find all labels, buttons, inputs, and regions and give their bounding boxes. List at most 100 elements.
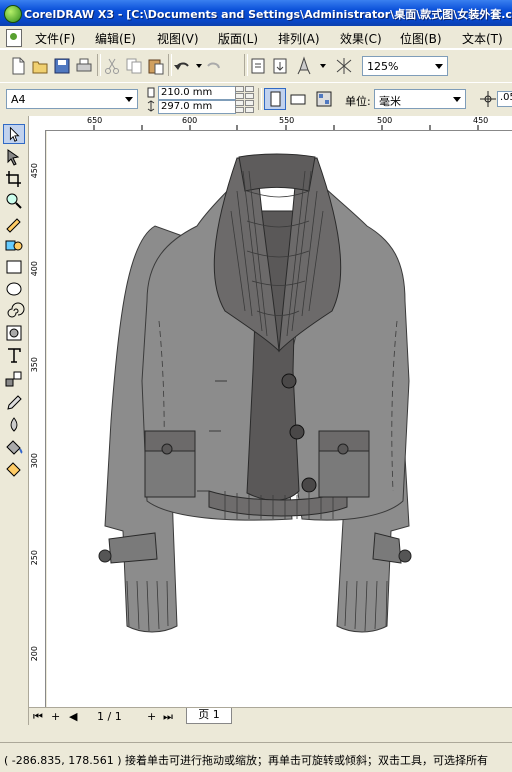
interactive-fill-tool-icon[interactable] — [3, 459, 25, 479]
paper-size-combo[interactable]: A4 — [6, 89, 138, 109]
paste-icon[interactable] — [146, 56, 166, 76]
height-spin-down-2[interactable] — [245, 107, 254, 113]
open-icon[interactable] — [30, 56, 50, 76]
cut-icon[interactable] — [102, 56, 122, 76]
shape-tool-icon[interactable] — [3, 147, 25, 167]
horizontal-ruler-ticks — [93, 125, 479, 130]
import-icon[interactable] — [248, 56, 268, 76]
page-width-field[interactable]: 210.0 mm — [158, 86, 236, 100]
standard-toolbar: 125% — [0, 49, 512, 83]
landscape-orientation-icon[interactable] — [288, 89, 308, 109]
width-spin-down-2[interactable] — [245, 93, 254, 99]
text-tool-icon[interactable] — [3, 345, 25, 365]
height-icon — [147, 100, 155, 112]
title-bar: CorelDRAW X3 - [C:\Documents and Setting… — [0, 0, 512, 26]
add-page-icon[interactable]: + — [51, 710, 60, 723]
ellipse-tool-icon[interactable] — [3, 279, 25, 299]
ruler-label: 650 — [87, 116, 103, 125]
chevron-down-icon[interactable] — [125, 97, 133, 102]
page-tab[interactable]: 页 1 — [186, 708, 232, 724]
page-layout-icon[interactable] — [314, 89, 334, 109]
height-spin-up-2[interactable] — [245, 100, 254, 106]
ruler-origin[interactable] — [29, 116, 48, 131]
eyedropper-tool-icon[interactable] — [3, 393, 25, 413]
prev-page-icon[interactable]: ◀ — [69, 710, 77, 723]
ruler-label: 550 — [279, 116, 295, 125]
page-height-field[interactable]: 297.0 mm — [158, 100, 236, 114]
page-counter: 1 / 1 — [97, 710, 122, 723]
toolbar-separator — [97, 54, 101, 76]
menu-file[interactable]: 文件(F) — [35, 30, 75, 47]
document-icon[interactable] — [6, 29, 22, 47]
zoom-tool-icon[interactable] — [3, 191, 25, 211]
ruler-label: 300 — [30, 453, 39, 469]
freehand-tool-icon[interactable] — [3, 213, 25, 233]
last-page-icon[interactable]: ⏭ — [163, 710, 173, 724]
smart-fill-tool-icon[interactable] — [3, 235, 25, 255]
menu-view[interactable]: 视图(V) — [157, 30, 199, 47]
width-icon — [147, 87, 155, 98]
ruler-label: 500 — [377, 116, 393, 125]
zoom-levels-combo[interactable]: 125% — [362, 56, 448, 76]
save-icon[interactable] — [52, 56, 72, 76]
menu-text[interactable]: 文本(T) — [462, 30, 503, 47]
menu-effects[interactable]: 效果(C) — [340, 30, 382, 47]
pick-tool-icon[interactable] — [3, 124, 25, 144]
application-launcher-icon[interactable] — [294, 56, 314, 76]
rectangle-tool-icon[interactable] — [3, 257, 25, 277]
jacket-drawing[interactable] — [47, 131, 512, 707]
menu-arrange[interactable]: 排列(A) — [278, 30, 320, 47]
new-document-icon[interactable] — [8, 56, 28, 76]
width-spin-up[interactable] — [235, 86, 244, 92]
drawing-canvas[interactable] — [47, 131, 512, 707]
property-bar: A4 210.0 mm 297.0 mm 单位: 毫米 .05 — [0, 82, 512, 117]
interactive-blend-tool-icon[interactable] — [3, 369, 25, 389]
spiral-tool-icon[interactable] — [3, 301, 25, 321]
chevron-down-icon[interactable] — [453, 97, 461, 102]
zoom-level-value: 125% — [367, 60, 399, 73]
menu-bitmaps[interactable]: 位图(B) — [400, 30, 442, 47]
width-spin-up-2[interactable] — [245, 86, 254, 92]
ruler-label: 450 — [30, 163, 39, 179]
ruler-label: 200 — [30, 646, 39, 662]
ruler-label: 450 — [473, 116, 489, 125]
page-navigator: ⏮ + ◀ 1 / 1 + ⏭ 页 1 — [29, 707, 512, 725]
launcher-dropdown-icon[interactable] — [316, 56, 336, 76]
export-icon[interactable] — [270, 56, 290, 76]
corel-online-icon[interactable] — [334, 56, 354, 76]
undo-icon[interactable] — [172, 56, 192, 76]
menu-edit[interactable]: 编辑(E) — [95, 30, 136, 47]
drawing-units-combo[interactable]: 毫米 — [374, 89, 466, 109]
vertical-ruler[interactable]: 450 400 350 300 250 200 — [29, 130, 46, 708]
fill-tool-icon[interactable] — [3, 437, 25, 457]
nudge-offset-field[interactable]: .05 — [497, 91, 512, 107]
print-icon[interactable] — [74, 56, 94, 76]
outline-tool-icon[interactable] — [3, 415, 25, 435]
horizontal-ruler[interactable]: 650 600 550 500 450 — [47, 116, 512, 131]
basic-shapes-tool-icon[interactable] — [3, 323, 25, 343]
menu-bar: 文件(F) 编辑(E) 视图(V) 版面(L) 排列(A) 效果(C) 位图(B… — [0, 26, 512, 49]
toolbox — [0, 116, 29, 726]
redo-icon[interactable] — [204, 56, 224, 76]
paper-size-value: A4 — [11, 93, 26, 106]
height-spin-up[interactable] — [235, 100, 244, 106]
first-page-icon[interactable]: ⏮ — [33, 710, 43, 724]
crop-tool-icon[interactable] — [3, 169, 25, 189]
status-bar: ( -286.835, 178.561 ) 接着单击可进行拖动或缩放；再单击可旋… — [0, 742, 512, 772]
coreldraw-app-icon[interactable] — [4, 5, 22, 23]
height-spin-down[interactable] — [235, 107, 244, 113]
ruler-label: 250 — [30, 550, 39, 566]
status-message: ( -286.835, 178.561 ) 接着单击可进行拖动或缩放；再单击可旋… — [4, 754, 489, 767]
toolbar-separator — [258, 88, 262, 110]
chevron-down-icon[interactable] — [435, 64, 443, 69]
ruler-label: 400 — [30, 261, 39, 277]
window-title: CorelDRAW X3 - [C:\Documents and Setting… — [24, 8, 512, 21]
width-spin-down[interactable] — [235, 93, 244, 99]
drawing-units-value: 毫米 — [379, 95, 401, 108]
ruler-label: 600 — [182, 116, 198, 125]
portrait-orientation-icon[interactable] — [264, 88, 286, 110]
menu-layout[interactable]: 版面(L) — [218, 30, 258, 47]
copy-icon[interactable] — [124, 56, 144, 76]
add-page-after-icon[interactable]: + — [147, 710, 156, 723]
nudge-offset-icon — [480, 91, 496, 107]
